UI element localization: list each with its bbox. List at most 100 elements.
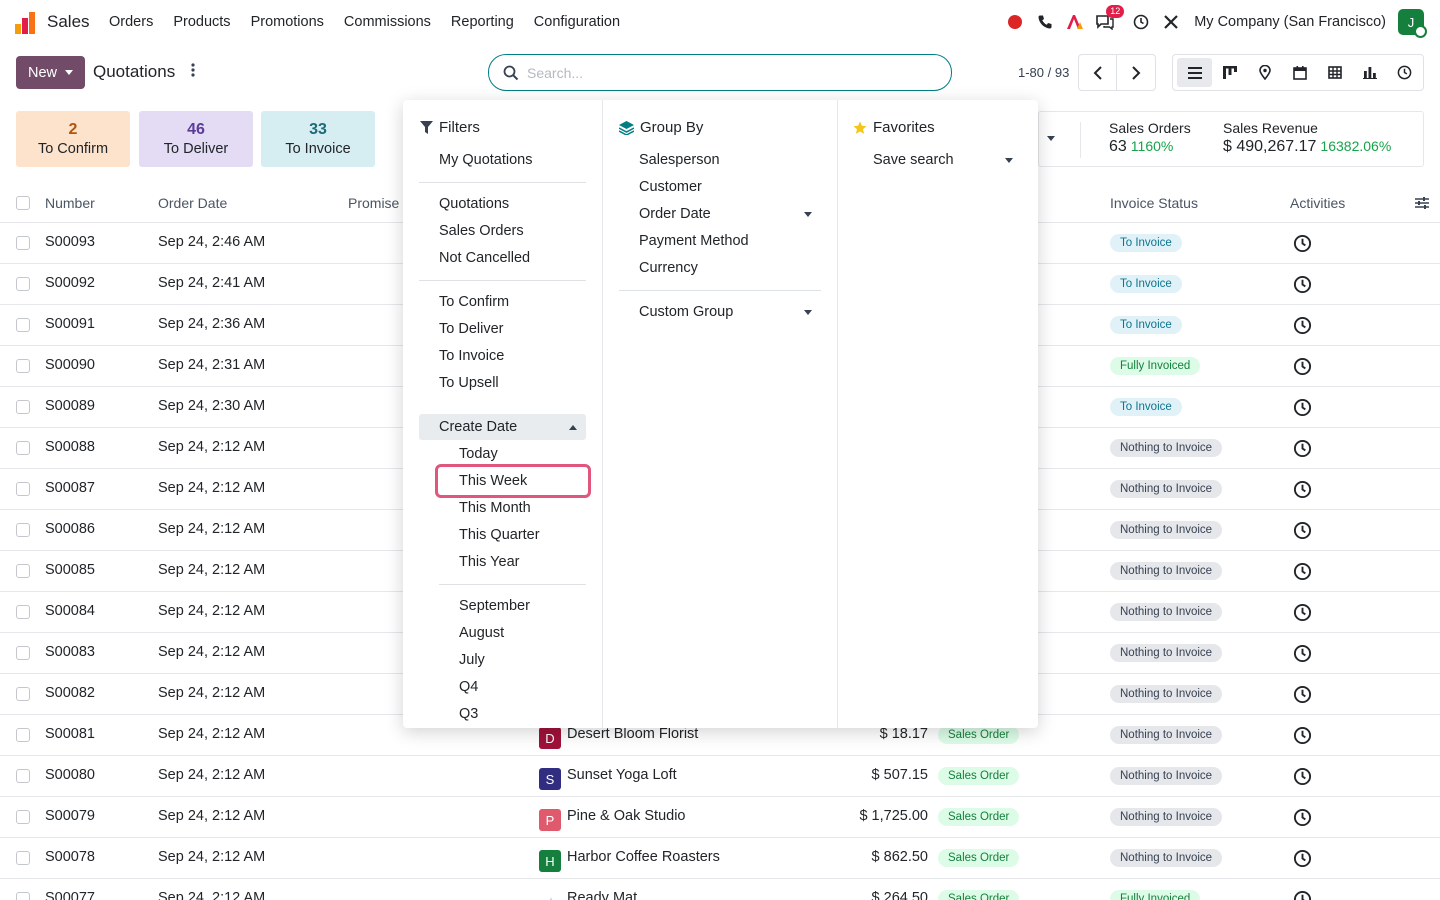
ai-icon[interactable] bbox=[1066, 13, 1084, 31]
save-search-toggle[interactable]: Save search bbox=[873, 152, 954, 168]
column-order-date[interactable]: Order Date bbox=[158, 195, 227, 211]
groupby-salesperson[interactable]: Salesperson bbox=[639, 152, 720, 168]
pivot-view-button[interactable] bbox=[1317, 58, 1352, 87]
stat-card-to-deliver[interactable]: 46 To Deliver bbox=[139, 111, 253, 167]
row-checkbox[interactable] bbox=[16, 400, 30, 414]
menu-commissions[interactable]: Commissions bbox=[344, 14, 431, 30]
period-this-quarter[interactable]: This Quarter bbox=[459, 527, 540, 543]
clock-icon[interactable] bbox=[1293, 726, 1312, 745]
company-switcher[interactable]: My Company (San Francisco) bbox=[1194, 14, 1386, 30]
record-icon[interactable] bbox=[1006, 13, 1024, 31]
clock-icon[interactable] bbox=[1293, 685, 1312, 704]
clock-icon[interactable] bbox=[1293, 357, 1312, 376]
clock-icon[interactable] bbox=[1293, 767, 1312, 786]
clock-icon[interactable] bbox=[1293, 562, 1312, 581]
row-checkbox[interactable] bbox=[16, 236, 30, 250]
menu-configuration[interactable]: Configuration bbox=[534, 14, 620, 30]
chevron-down-icon[interactable] bbox=[804, 212, 812, 217]
row-checkbox[interactable] bbox=[16, 564, 30, 578]
row-checkbox[interactable] bbox=[16, 810, 30, 824]
row-checkbox[interactable] bbox=[16, 769, 30, 783]
pager-value[interactable]: 1-80 / 93 bbox=[1018, 65, 1069, 80]
search-bar[interactable] bbox=[488, 54, 952, 91]
row-checkbox[interactable] bbox=[16, 523, 30, 537]
row-checkbox[interactable] bbox=[16, 728, 30, 742]
clock-icon[interactable] bbox=[1293, 316, 1312, 335]
messages-icon[interactable]: 12 bbox=[1096, 5, 1125, 31]
app-name[interactable]: Sales bbox=[47, 12, 90, 32]
pager-previous-button[interactable] bbox=[1078, 54, 1117, 91]
search-input[interactable] bbox=[527, 64, 927, 81]
map-view-button[interactable] bbox=[1247, 58, 1282, 87]
table-row[interactable]: S00077 Sep 24, 2:12 AM Ready Mat $ 264.50 Sa… bbox=[0, 879, 1440, 900]
chevron-down-icon[interactable] bbox=[1005, 158, 1013, 163]
clock-icon[interactable] bbox=[1293, 808, 1312, 827]
clock-icon[interactable] bbox=[1293, 234, 1312, 253]
groupby-order-date[interactable]: Order Date bbox=[639, 206, 711, 222]
new-button[interactable]: New bbox=[16, 56, 85, 89]
period-this-week[interactable]: This Week bbox=[459, 473, 527, 489]
row-checkbox[interactable] bbox=[16, 605, 30, 619]
row-checkbox[interactable] bbox=[16, 687, 30, 701]
clock-icon[interactable] bbox=[1293, 275, 1312, 294]
chevron-down-icon[interactable] bbox=[804, 310, 812, 315]
phone-icon[interactable] bbox=[1036, 13, 1054, 31]
column-number[interactable]: Number bbox=[45, 195, 95, 211]
row-checkbox[interactable] bbox=[16, 851, 30, 865]
period-july[interactable]: July bbox=[459, 652, 485, 668]
row-checkbox[interactable] bbox=[16, 318, 30, 332]
period-september[interactable]: September bbox=[459, 598, 530, 614]
stat-card-to-confirm[interactable]: 2 To Confirm bbox=[16, 111, 130, 167]
kanban-view-button[interactable] bbox=[1212, 58, 1247, 87]
groupby-currency[interactable]: Currency bbox=[639, 260, 698, 276]
table-row[interactable]: S00080 Sep 24, 2:12 AM S Sunset Yoga Loft $ … bbox=[0, 756, 1440, 797]
clock-icon[interactable] bbox=[1293, 439, 1312, 458]
period-today[interactable]: Today bbox=[459, 446, 498, 462]
actions-menu-icon[interactable] bbox=[190, 62, 196, 83]
filter-not-cancelled[interactable]: Not Cancelled bbox=[439, 250, 530, 266]
row-checkbox[interactable] bbox=[16, 441, 30, 455]
graph-view-button[interactable] bbox=[1352, 58, 1387, 87]
clock-icon[interactable] bbox=[1293, 398, 1312, 417]
row-checkbox[interactable] bbox=[16, 359, 30, 373]
kpi-sales-revenue[interactable]: Sales Revenue $ 490,267.17 16382.06% bbox=[1223, 120, 1391, 156]
period-this-month[interactable]: This Month bbox=[459, 500, 531, 516]
clock-icon[interactable] bbox=[1293, 890, 1312, 900]
kpi-sales-orders[interactable]: Sales Orders 63 1160% bbox=[1109, 120, 1191, 156]
activity-clock-icon[interactable] bbox=[1132, 13, 1150, 31]
activity-view-button[interactable] bbox=[1387, 58, 1422, 87]
clock-icon[interactable] bbox=[1293, 644, 1312, 663]
list-view-button[interactable] bbox=[1177, 58, 1212, 87]
groupby-payment-method[interactable]: Payment Method bbox=[639, 233, 749, 249]
groupby-custom-group[interactable]: Custom Group bbox=[639, 304, 733, 320]
column-promised[interactable]: Promise bbox=[348, 195, 399, 211]
clock-icon[interactable] bbox=[1293, 603, 1312, 622]
menu-reporting[interactable]: Reporting bbox=[451, 14, 514, 30]
filter-to-upsell[interactable]: To Upsell bbox=[439, 375, 499, 391]
menu-promotions[interactable]: Promotions bbox=[251, 14, 324, 30]
calendar-view-button[interactable] bbox=[1282, 58, 1317, 87]
menu-products[interactable]: Products bbox=[173, 14, 230, 30]
filter-quotations[interactable]: Quotations bbox=[439, 196, 509, 212]
select-all-checkbox[interactable] bbox=[16, 196, 30, 210]
column-settings-icon[interactable] bbox=[1415, 196, 1429, 210]
filter-to-invoice[interactable]: To Invoice bbox=[439, 348, 504, 364]
tools-icon[interactable] bbox=[1162, 13, 1180, 31]
row-checkbox[interactable] bbox=[16, 482, 30, 496]
table-row[interactable]: S00079 Sep 24, 2:12 AM P Pine & Oak Studio $… bbox=[0, 797, 1440, 838]
row-checkbox[interactable] bbox=[16, 892, 30, 900]
filter-to-deliver[interactable]: To Deliver bbox=[439, 321, 503, 337]
row-checkbox[interactable] bbox=[16, 646, 30, 660]
user-avatar[interactable]: J bbox=[1398, 9, 1427, 38]
period-august[interactable]: August bbox=[459, 625, 504, 641]
column-activities[interactable]: Activities bbox=[1290, 195, 1345, 211]
clock-icon[interactable] bbox=[1293, 480, 1312, 499]
filter-to-confirm[interactable]: To Confirm bbox=[439, 294, 509, 310]
clock-icon[interactable] bbox=[1293, 521, 1312, 540]
table-row[interactable]: S00078 Sep 24, 2:12 AM H Harbor Coffee Roas… bbox=[0, 838, 1440, 879]
filter-sales-orders[interactable]: Sales Orders bbox=[439, 223, 524, 239]
sales-app-icon[interactable] bbox=[15, 12, 37, 34]
period-q4[interactable]: Q4 bbox=[459, 679, 478, 695]
chevron-down-icon[interactable] bbox=[1047, 136, 1055, 141]
pager-next-button[interactable] bbox=[1117, 54, 1156, 91]
